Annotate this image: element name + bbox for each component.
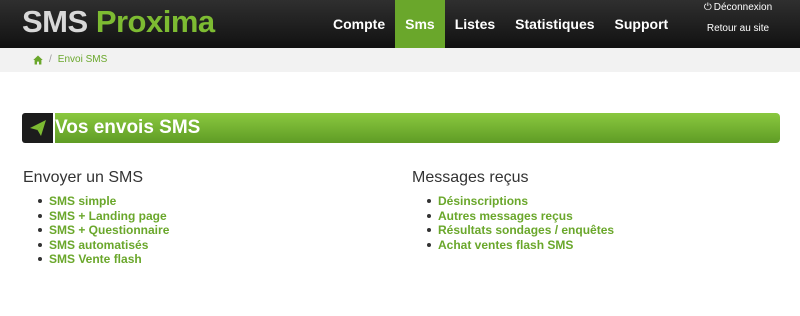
received-messages-heading: Messages reçus: [412, 169, 529, 186]
page-title-banner: Vos envois SMS: [22, 113, 780, 143]
link-sms-simple[interactable]: SMS simple: [38, 194, 169, 209]
logout-label: Déconnexion: [713, 2, 773, 13]
home-icon[interactable]: [33, 55, 43, 65]
power-icon: ⏻: [703, 2, 712, 13]
logo-proxima: Proxima: [95, 4, 215, 39]
link-sms-automatises[interactable]: SMS automatisés: [38, 238, 169, 253]
send-sms-heading: Envoyer un SMS: [23, 169, 144, 186]
breadcrumb-bar: / Envoi SMS: [0, 48, 800, 72]
page-title: Vos envois SMS: [55, 117, 201, 138]
back-to-site-link[interactable]: Retour au site: [703, 23, 773, 35]
send-sms-section: Envoyer un SMS SMS simple SMS + Landing …: [23, 169, 169, 267]
link-sms-vente-flash[interactable]: SMS Vente flash: [38, 252, 169, 267]
breadcrumb-current[interactable]: Envoi SMS: [58, 54, 107, 65]
received-messages-section: Messages reçus Désinscriptions Autres me…: [412, 169, 614, 252]
paper-plane-icon: [22, 113, 53, 143]
link-resultats-sondages[interactable]: Résultats sondages / enquêtes: [427, 223, 614, 238]
breadcrumb: / Envoi SMS: [33, 54, 107, 65]
main-nav: Compte Sms Listes Statistiques Support: [323, 0, 678, 48]
top-navbar: SMS Proxima Compte Sms Listes Statistiqu…: [0, 0, 800, 48]
nav-support[interactable]: Support: [605, 0, 679, 48]
link-sms-landing-page[interactable]: SMS + Landing page: [38, 209, 169, 224]
received-messages-list: Désinscriptions Autres messages reçus Ré…: [427, 194, 614, 252]
logout-link[interactable]: ⏻ Déconnexion: [703, 2, 773, 14]
header-links: ⏻ Déconnexion Retour au site: [703, 0, 773, 35]
logo-sms: SMS: [22, 4, 88, 39]
nav-compte[interactable]: Compte: [323, 0, 395, 48]
link-desinscriptions[interactable]: Désinscriptions: [427, 194, 614, 209]
nav-listes[interactable]: Listes: [445, 0, 505, 48]
link-sms-questionnaire[interactable]: SMS + Questionnaire: [38, 223, 169, 238]
send-sms-list: SMS simple SMS + Landing page SMS + Ques…: [38, 194, 169, 267]
breadcrumb-separator: /: [49, 54, 52, 65]
nav-sms[interactable]: Sms: [395, 0, 445, 48]
link-achat-ventes-flash[interactable]: Achat ventes flash SMS: [427, 238, 614, 253]
nav-statistiques[interactable]: Statistiques: [505, 0, 604, 48]
link-autres-messages[interactable]: Autres messages reçus: [427, 209, 614, 224]
logo[interactable]: SMS Proxima: [22, 4, 215, 40]
